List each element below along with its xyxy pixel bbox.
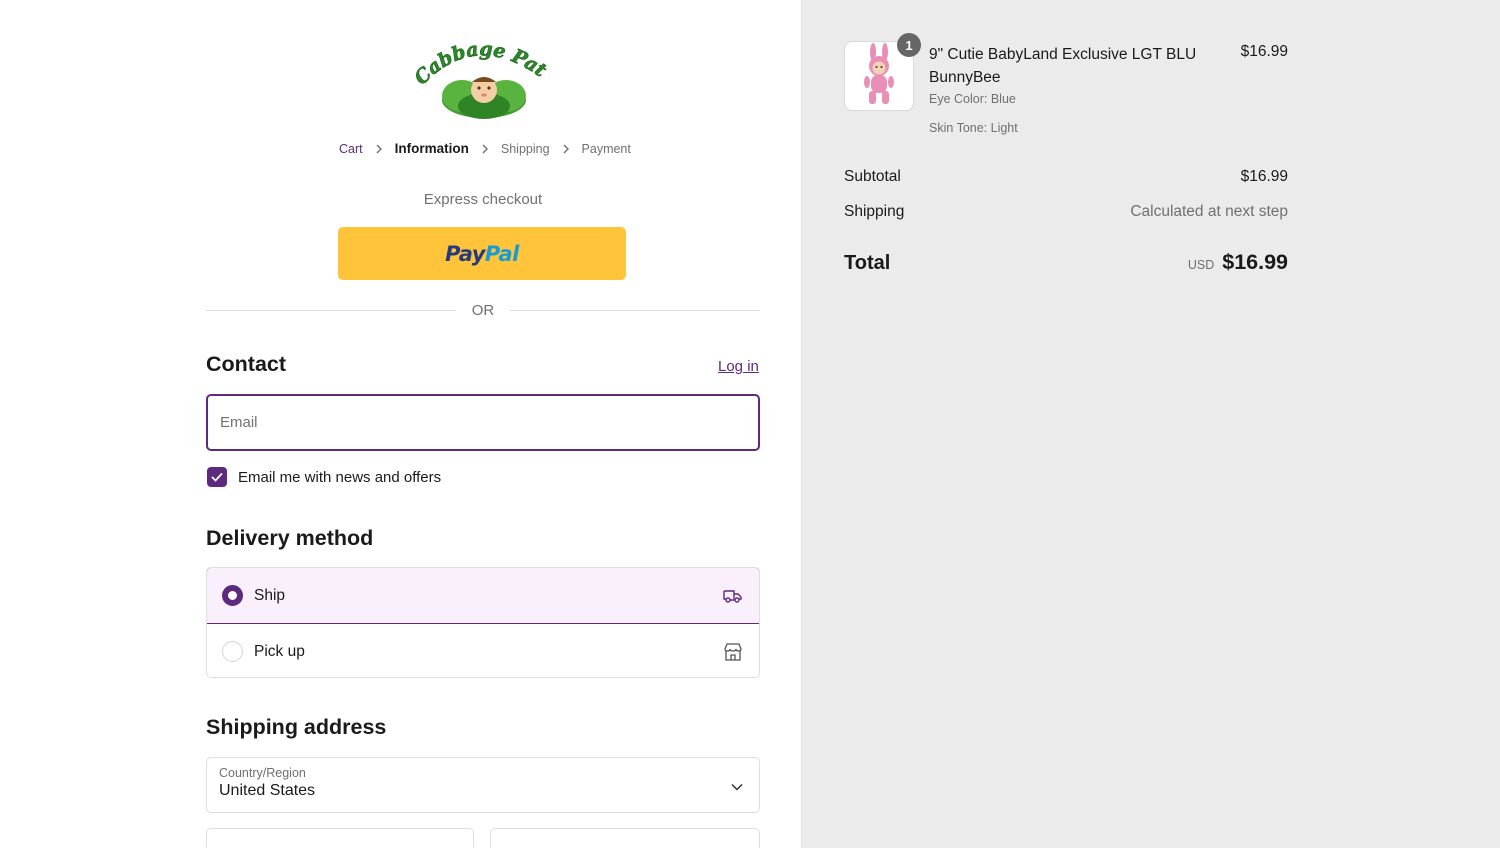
truck-icon <box>722 585 744 607</box>
paypal-logo: PayPal <box>445 241 519 266</box>
country-label: Country/Region <box>219 766 306 780</box>
ship-label: Ship <box>254 586 286 604</box>
subtotal-label: Subtotal <box>844 168 901 185</box>
breadcrumb: Cart Information Shipping Payment <box>339 141 631 156</box>
divider-line <box>510 309 760 311</box>
total-value: $16.99 <box>1222 250 1288 274</box>
country-value: United States <box>219 782 316 799</box>
delivery-option-pickup[interactable]: Pick up <box>207 624 759 677</box>
news-opt-in[interactable]: Email me with news and offers <box>207 467 441 487</box>
breadcrumb-cart[interactable]: Cart <box>339 142 363 156</box>
delivery-option-ship[interactable]: Ship <box>207 568 759 624</box>
chevron-right-icon <box>369 142 389 156</box>
breadcrumb-information: Information <box>394 141 469 156</box>
first-name-field[interactable] <box>206 828 474 848</box>
chevron-down-icon <box>731 778 743 796</box>
chevron-right-icon <box>556 142 576 156</box>
shipping-address-heading: Shipping address <box>206 715 387 739</box>
store-icon <box>722 641 744 663</box>
delivery-heading: Delivery method <box>206 526 374 550</box>
last-name-field[interactable] <box>490 828 760 848</box>
product-name: 9" Cutie BabyLand Exclusive LGT BLU Bunn… <box>929 46 1197 86</box>
total-currency: USD <box>1187 258 1215 272</box>
order-summary <box>801 0 1500 848</box>
or-divider: OR <box>206 300 760 320</box>
email-field[interactable] <box>206 394 760 451</box>
delivery-options: Ship Pick up <box>206 567 760 678</box>
product-price: $16.99 <box>1240 43 1288 60</box>
breadcrumb-shipping: Shipping <box>500 141 550 156</box>
express-checkout-title: Express checkout <box>423 191 543 208</box>
subtotal-row: Subtotal $16.99 <box>844 168 1288 186</box>
breadcrumb-payment: Payment <box>581 141 631 156</box>
total-row: Total USD $16.99 <box>844 250 1288 275</box>
news-checkbox[interactable] <box>207 467 227 487</box>
shipping-value: Calculated at next step <box>1130 203 1288 220</box>
product-eye-color: Eye Color: Blue <box>929 92 1016 106</box>
shipping-label: Shipping <box>844 203 905 220</box>
email-input[interactable] <box>220 414 746 431</box>
divider-line <box>206 309 456 311</box>
paypal-button[interactable]: PayPal <box>338 227 626 280</box>
login-link[interactable]: Log in <box>718 358 759 375</box>
country-select[interactable]: Country/Region United States <box>206 757 760 813</box>
subtotal-value: $16.99 <box>1240 168 1288 185</box>
contact-heading: Contact <box>206 352 287 376</box>
check-icon <box>211 472 223 482</box>
pickup-radio[interactable] <box>222 641 243 662</box>
total-amount: USD $16.99 <box>1188 250 1288 275</box>
product-skin-tone: Skin Tone: Light <box>929 121 1018 135</box>
checkout-main: Cabbage Patch Kids Cart Information Ship… <box>0 0 801 848</box>
brand-logo[interactable]: Cabbage Patch Kids <box>406 17 551 122</box>
total-label: Total <box>844 252 891 274</box>
shipping-row: Shipping Calculated at next step <box>844 203 1288 221</box>
news-label: Email me with news and offers <box>238 468 442 486</box>
ship-radio[interactable] <box>222 585 243 606</box>
pickup-label: Pick up <box>254 642 305 660</box>
or-label: OR <box>471 301 495 319</box>
chevron-right-icon <box>475 142 495 156</box>
quantity-badge: 1 <box>897 33 921 57</box>
